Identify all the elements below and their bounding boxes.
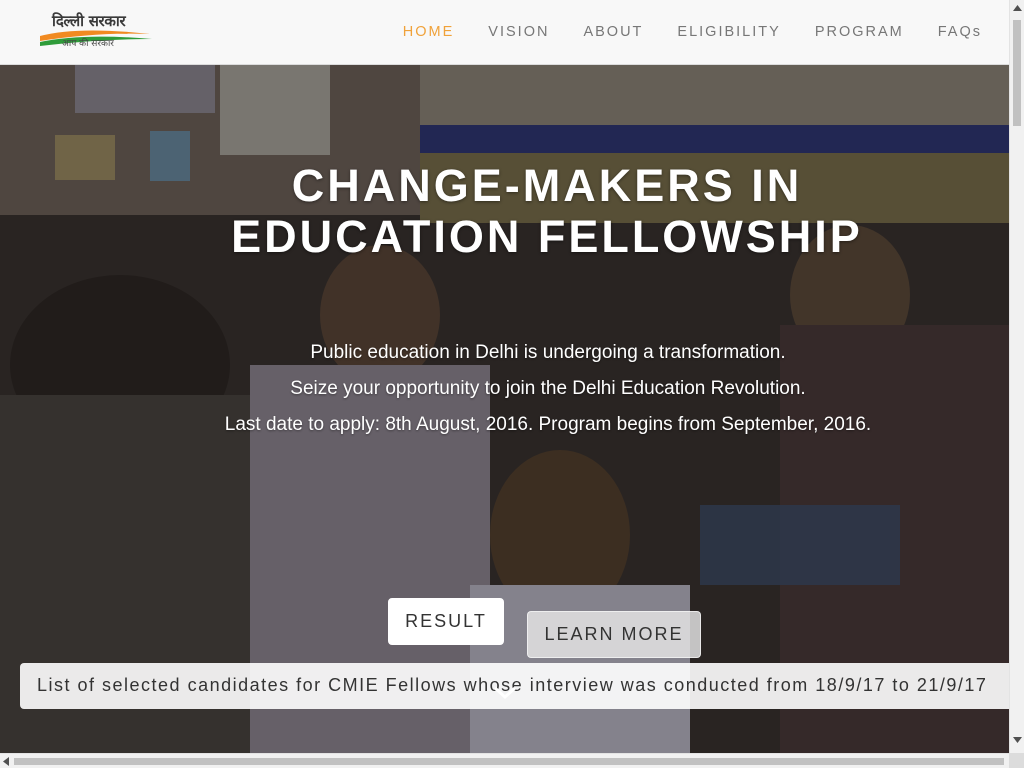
learn-more-button[interactable]: LEARN MORE [527, 611, 701, 658]
main-nav: HOME VISION ABOUT ELIGIBILITY PROGRAM FA… [386, 0, 1009, 64]
hero-line-1: Public education in Delhi is undergoing … [310, 342, 786, 363]
hero-section: CHANGE-MAKERS IN EDUCATION FELLOWSHIP Pu… [0, 65, 1009, 753]
hero-line-2: Seize your opportunity to join the Delhi… [290, 378, 806, 399]
horizontal-scrollbar[interactable] [0, 753, 1009, 768]
hero-title-line-1: CHANGE-MAKERS IN [291, 160, 803, 211]
hero-title-line-2: EDUCATION FELLOWSHIP [231, 211, 863, 262]
hero-line-3: Last date to apply: 8th August, 2016. Pr… [224, 414, 872, 435]
delhi-government-logo[interactable]: दिल्ली सरकार आप की सरकार [38, 10, 154, 54]
vertical-scrollbar-thumb[interactable] [1013, 20, 1021, 126]
scroll-up-arrow-icon[interactable] [1013, 5, 1022, 11]
scroll-down-arrow-icon[interactable] [1013, 737, 1022, 743]
horizontal-scrollbar-thumb[interactable] [14, 758, 1004, 765]
nav-vision[interactable]: VISION [471, 24, 566, 40]
logo-tagline: आप की सरकार [62, 39, 114, 49]
hero-description: Public education in Delhi is undergoing … [210, 335, 886, 443]
nav-eligibility[interactable]: ELIGIBILITY [660, 24, 797, 40]
announcement-ticker[interactable]: List of selected candidates for CMIE Fel… [20, 663, 1009, 709]
nav-home[interactable]: HOME [386, 24, 472, 40]
vertical-scrollbar[interactable] [1009, 0, 1024, 753]
scrollbar-corner [1009, 753, 1024, 768]
nav-faqs[interactable]: FAQs [921, 24, 1009, 40]
top-navbar: दिल्ली सरकार आप की सरकार HOME VISION ABO… [0, 0, 1009, 65]
nav-about[interactable]: ABOUT [566, 24, 660, 40]
result-button[interactable]: RESULT [388, 598, 504, 645]
hero-title: CHANGE-MAKERS IN EDUCATION FELLOWSHIP [0, 160, 1009, 262]
nav-program[interactable]: PROGRAM [798, 24, 921, 40]
chevron-down-icon[interactable] [494, 687, 516, 699]
scroll-left-arrow-icon[interactable] [3, 757, 9, 766]
